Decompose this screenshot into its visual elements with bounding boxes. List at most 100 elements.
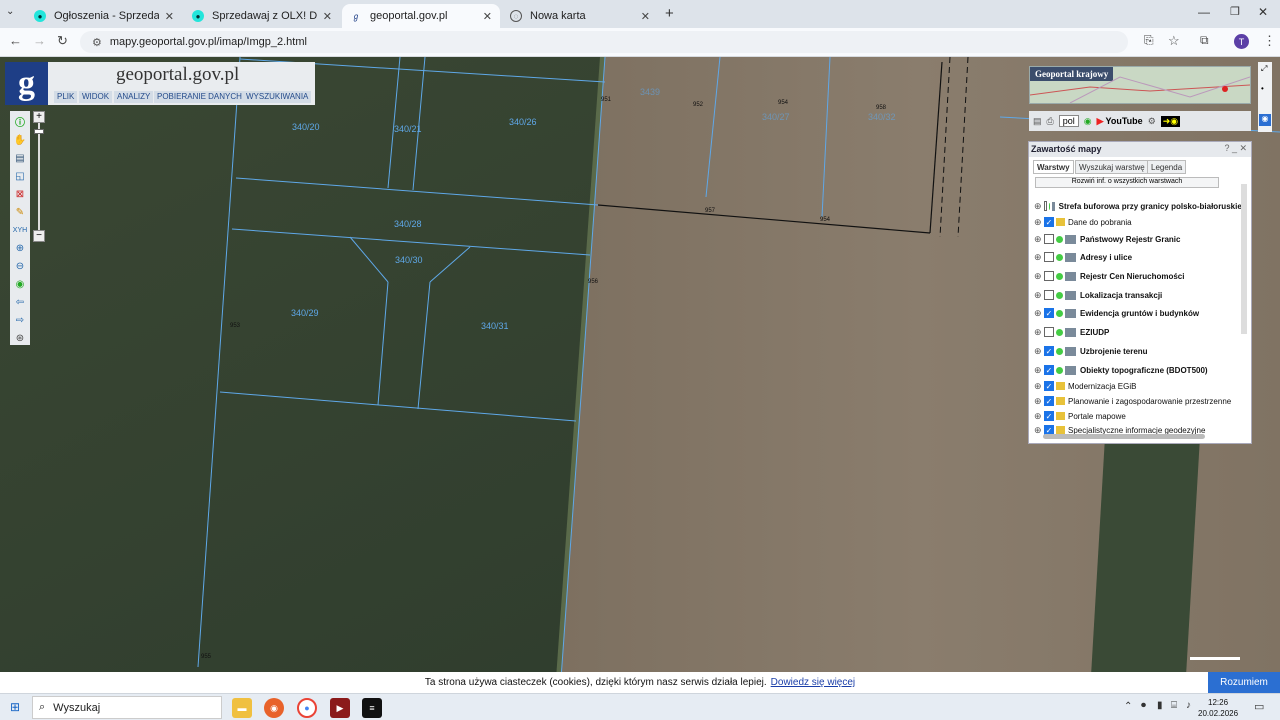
- network-icon[interactable]: ⌸: [1171, 700, 1177, 711]
- print-icon[interactable]: ⎙: [1047, 116, 1054, 127]
- windows-start-icon[interactable]: ⊞: [10, 700, 20, 714]
- expand-layer-icon[interactable]: ⊕: [1034, 290, 1042, 301]
- layer-checkbox[interactable]: [1044, 290, 1054, 300]
- menu-wyszukiwania[interactable]: WYSZUKIWANIA: [243, 91, 312, 103]
- geoportal-logo[interactable]: g: [5, 62, 48, 105]
- volume-icon[interactable]: ♪: [1186, 700, 1191, 711]
- taskbar-search[interactable]: ⌕ Wyszukaj: [32, 696, 222, 719]
- settings-icon[interactable]: ⚙: [1148, 116, 1156, 127]
- dot-icon[interactable]: •: [1261, 84, 1264, 93]
- layer-checkbox[interactable]: [1044, 252, 1054, 262]
- layer-checkbox[interactable]: ✓: [1044, 217, 1054, 227]
- expand-layer-icon[interactable]: ⊕: [1034, 234, 1042, 245]
- expand-layer-icon[interactable]: ⊕: [1034, 381, 1042, 392]
- layer-checkbox[interactable]: [1043, 201, 1048, 211]
- minimize-icon[interactable]: —: [1198, 5, 1210, 19]
- layer-row[interactable]: ⊕ EZIUDP: [1034, 324, 1244, 340]
- menu-widok[interactable]: WIDOK: [79, 91, 113, 103]
- xyh-icon[interactable]: XYH: [13, 223, 27, 237]
- help-icon[interactable]: ◉: [1084, 116, 1092, 127]
- layer-row[interactable]: ⊕ Państwowy Rejestr Granic: [1034, 231, 1244, 247]
- layer-row[interactable]: ⊕ Rejestr Cen Nieruchomości: [1034, 268, 1244, 284]
- site-info-icon[interactable]: ⚙: [92, 36, 102, 49]
- clock[interactable]: 12:26 20.02.2026: [1198, 697, 1238, 719]
- close-icon[interactable]: ✕: [323, 10, 332, 23]
- close-icon[interactable]: ✕: [165, 10, 174, 23]
- expand-layer-icon[interactable]: ⊕: [1034, 346, 1042, 357]
- layer-row[interactable]: ⊕ ✓ Modernizacja EGiB: [1034, 378, 1244, 394]
- next-view-icon[interactable]: ⇨: [13, 313, 27, 327]
- eye-icon[interactable]: ◉: [1259, 114, 1271, 126]
- tab-warstwy[interactable]: Warstwy: [1033, 160, 1074, 174]
- pencil-icon[interactable]: ✎: [13, 205, 27, 219]
- address-bar[interactable]: ⚙ mapy.geoportal.gov.pl/imap/Imgp_2.html: [80, 31, 1128, 53]
- pan-hand-icon[interactable]: ✋: [13, 133, 27, 147]
- tube-app-icon[interactable]: ▶: [330, 698, 350, 718]
- expand-layer-icon[interactable]: ⊕: [1034, 217, 1042, 228]
- back-icon[interactable]: ←: [9, 33, 22, 48]
- expand-layer-icon[interactable]: ⊕: [1034, 201, 1042, 212]
- layer-row[interactable]: ⊕ ✓ Uzbrojenie terenu: [1034, 343, 1244, 359]
- layers-h-scrollbar[interactable]: [1043, 434, 1205, 439]
- forward-icon[interactable]: →: [33, 33, 46, 48]
- layer-row[interactable]: ⊕ Lokalizacja transakcji: [1034, 287, 1244, 303]
- cookie-more-link[interactable]: Dowiedz się więcej: [771, 677, 855, 688]
- tab-new[interactable]: ◌ Nowa karta ✕: [502, 4, 658, 28]
- layers-list-icon[interactable]: ▤: [13, 151, 27, 165]
- layer-checkbox[interactable]: ✓: [1044, 308, 1054, 318]
- battery-icon[interactable]: ▮: [1157, 700, 1163, 711]
- menu-analizy[interactable]: ANALIZY: [114, 91, 154, 103]
- select-area-icon[interactable]: ◱: [13, 169, 27, 183]
- expand-layer-icon[interactable]: ⊕: [1034, 252, 1042, 263]
- microphone-icon[interactable]: ⏺: [1141, 700, 1146, 711]
- layers-scrollbar[interactable]: [1241, 184, 1247, 334]
- layer-checkbox[interactable]: ✓: [1044, 346, 1054, 356]
- expand-layer-icon[interactable]: ⊕: [1034, 411, 1042, 422]
- language-select[interactable]: pol: [1058, 115, 1079, 127]
- layer-row[interactable]: ⊕ ✓ Planowanie i zagospodarowanie przestrz…: [1034, 393, 1244, 409]
- install-icon[interactable]: ⎘: [1144, 33, 1154, 48]
- zoom-plus-icon[interactable]: +: [33, 111, 45, 123]
- new-tab-plus-icon[interactable]: +: [665, 5, 674, 22]
- remove-icon[interactable]: ⊠: [13, 187, 27, 201]
- info-icon[interactable]: ⓘ: [13, 114, 27, 129]
- expand-layer-icon[interactable]: ⊕: [1034, 396, 1042, 407]
- expand-layer-icon[interactable]: ⊕: [1034, 271, 1042, 282]
- zoom-handle[interactable]: [34, 129, 44, 134]
- layer-checkbox[interactable]: ✓: [1044, 396, 1054, 406]
- extensions-icon[interactable]: ⧉: [1200, 33, 1209, 48]
- profile-avatar[interactable]: T: [1234, 34, 1249, 49]
- full-extent-icon[interactable]: ◉: [13, 277, 27, 291]
- accessibility-icon[interactable]: ➜◉: [1160, 115, 1181, 127]
- panel-controls[interactable]: ? _ ✕: [1224, 143, 1247, 154]
- layer-row[interactable]: ⊕ ✓ Obiekty topograficzne (BDOT500): [1034, 362, 1244, 378]
- bookmark-star-icon[interactable]: ☆: [1168, 33, 1180, 49]
- expand-layer-icon[interactable]: ⊕: [1034, 327, 1042, 338]
- expand-icon[interactable]: ⤢: [1261, 64, 1267, 74]
- layer-checkbox[interactable]: [1044, 327, 1054, 337]
- zoom-in-icon[interactable]: ⊕: [13, 241, 27, 255]
- layer-row[interactable]: ⊕ Strefa buforowa przy granicy polsko-bia…: [1034, 198, 1244, 214]
- menu-plik[interactable]: PLIK: [54, 91, 78, 103]
- terminal-app-icon[interactable]: ≡: [362, 698, 382, 718]
- zoom-out-icon[interactable]: ⊖: [13, 259, 27, 273]
- expand-layer-icon[interactable]: ⊕: [1034, 308, 1042, 319]
- table-icon[interactable]: ▤: [1033, 116, 1042, 127]
- youtube-link[interactable]: ▶ YouTube: [1097, 116, 1143, 127]
- layer-checkbox[interactable]: ✓: [1044, 411, 1054, 421]
- zoom-track[interactable]: [38, 123, 40, 231]
- tab-search-icon[interactable]: ⌄: [6, 6, 14, 17]
- menu-pobieranie-danych[interactable]: POBIERANIE DANYCH: [154, 91, 245, 103]
- layer-checkbox[interactable]: ✓: [1044, 365, 1054, 375]
- previous-view-icon[interactable]: ⇦: [13, 295, 27, 309]
- tab-olx-add[interactable]: ● Sprzedawaj z OLX! Dodaj ofertę ✕: [184, 4, 340, 28]
- notifications-icon[interactable]: ▭: [1254, 700, 1264, 713]
- tab-wyszukaj-warstwe[interactable]: Wyszukaj warstwę: [1075, 160, 1149, 174]
- tab-geoportal[interactable]: ℊ geoportal.gov.pl ✕: [342, 4, 500, 28]
- layer-row[interactable]: ⊕ ✓ Ewidencja gruntów i budynków: [1034, 305, 1244, 321]
- cookie-accept-button[interactable]: Rozumiem: [1208, 672, 1280, 693]
- tab-legenda[interactable]: Legenda: [1147, 160, 1187, 174]
- restore-icon[interactable]: ❐: [1230, 5, 1240, 18]
- tab-olx-listings[interactable]: ● Ogłoszenia - Sprzedam, kupię na OLX ✕: [26, 4, 182, 28]
- layer-checkbox[interactable]: ✓: [1044, 381, 1054, 391]
